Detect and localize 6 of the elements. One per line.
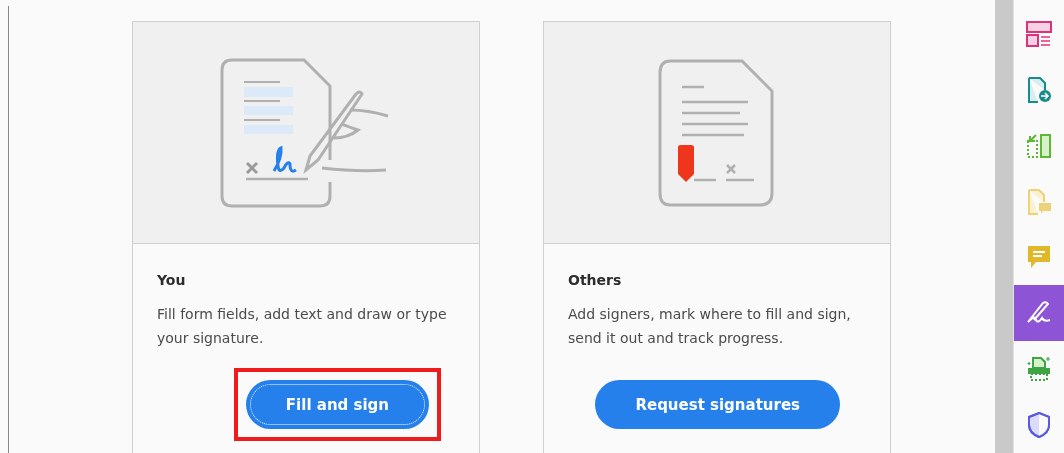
action-button[interactable]: Fill and sign — [245, 380, 429, 429]
action-button[interactable]: Request signatures — [595, 380, 840, 429]
card-title: Others — [568, 272, 623, 288]
card-title: You — [157, 272, 187, 288]
card-description: Fill form fields, add text and draw or type your signature. — [157, 305, 447, 348]
card-description: Add signers, mark where to fill and sign, send it out and track progress. — [568, 305, 852, 348]
